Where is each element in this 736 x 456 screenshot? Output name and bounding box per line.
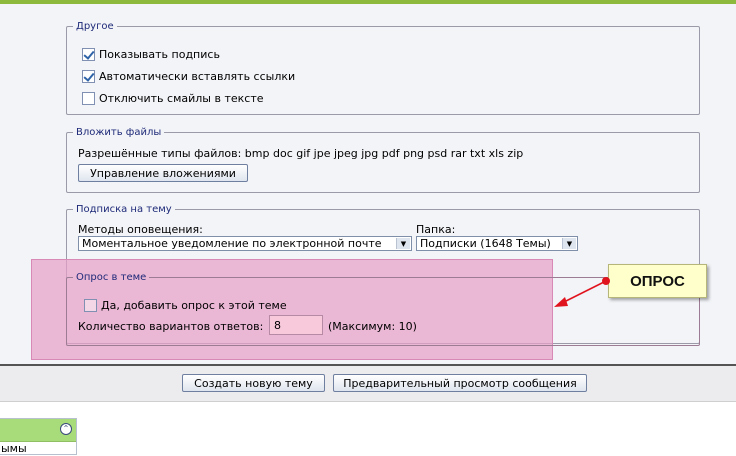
answer-count-max: (Максимум: 10): [328, 320, 417, 333]
side-panel: ⌃ ымы: [0, 418, 77, 455]
notify-method-value: Моментальное уведомление по электронной …: [82, 237, 382, 250]
chevron-down-icon[interactable]: ▼: [562, 238, 576, 249]
side-panel-text: ымы: [1, 442, 27, 455]
disable-smilies-checkbox[interactable]: [82, 92, 95, 105]
option-show-signature[interactable]: Показывать подпись: [82, 48, 220, 61]
answer-count-input[interactable]: 8: [269, 315, 323, 335]
poll-legend: Опрос в теме: [76, 272, 147, 283]
folder-label: Папка:: [416, 223, 456, 236]
collapse-icon[interactable]: ⌃: [60, 423, 72, 435]
folder-value: Подписки (1648 Темы): [420, 237, 551, 250]
option-disable-smilies[interactable]: Отключить смайлы в тексте: [82, 92, 264, 105]
attach-files-group: Вложить файлы: [66, 127, 700, 193]
manage-attachments-button[interactable]: Управление вложениями: [78, 164, 248, 182]
create-topic-button[interactable]: Создать новую тему: [182, 374, 325, 392]
option-auto-links[interactable]: Автоматически вставлять ссылки: [82, 70, 295, 83]
notify-method-select[interactable]: Моментальное уведомление по электронной …: [78, 236, 412, 251]
allowed-types-text: Разрешённые типы файлов: bmp doc gif jpe…: [78, 147, 524, 160]
poll-callout: ОПРОС: [608, 264, 707, 298]
show-signature-checkbox[interactable]: [82, 48, 95, 61]
answer-count-label: Количество вариантов ответов:: [78, 320, 264, 333]
disable-smilies-label: Отключить смайлы в тексте: [99, 92, 264, 105]
subscription-legend: Подписка на тему: [76, 204, 172, 215]
other-options-legend: Другое: [76, 21, 114, 32]
auto-links-checkbox[interactable]: [82, 70, 95, 83]
preview-post-button[interactable]: Предварительный просмотр сообщения: [333, 374, 587, 392]
add-poll-label: Да, добавить опрос к этой теме: [101, 299, 287, 312]
attach-files-legend: Вложить файлы: [76, 127, 162, 138]
show-signature-label: Показывать подпись: [99, 48, 220, 61]
auto-links-label: Автоматически вставлять ссылки: [99, 70, 296, 83]
folder-select[interactable]: Подписки (1648 Темы) ▼: [416, 236, 578, 251]
callout-arrow: [554, 277, 610, 307]
notify-methods-label: Методы оповещения:: [78, 223, 203, 236]
chevron-down-icon[interactable]: ▼: [396, 238, 410, 249]
add-poll-option[interactable]: Да, добавить опрос к этой теме: [84, 299, 287, 312]
add-poll-checkbox[interactable]: [84, 299, 97, 312]
side-panel-header: ⌃: [0, 419, 76, 442]
